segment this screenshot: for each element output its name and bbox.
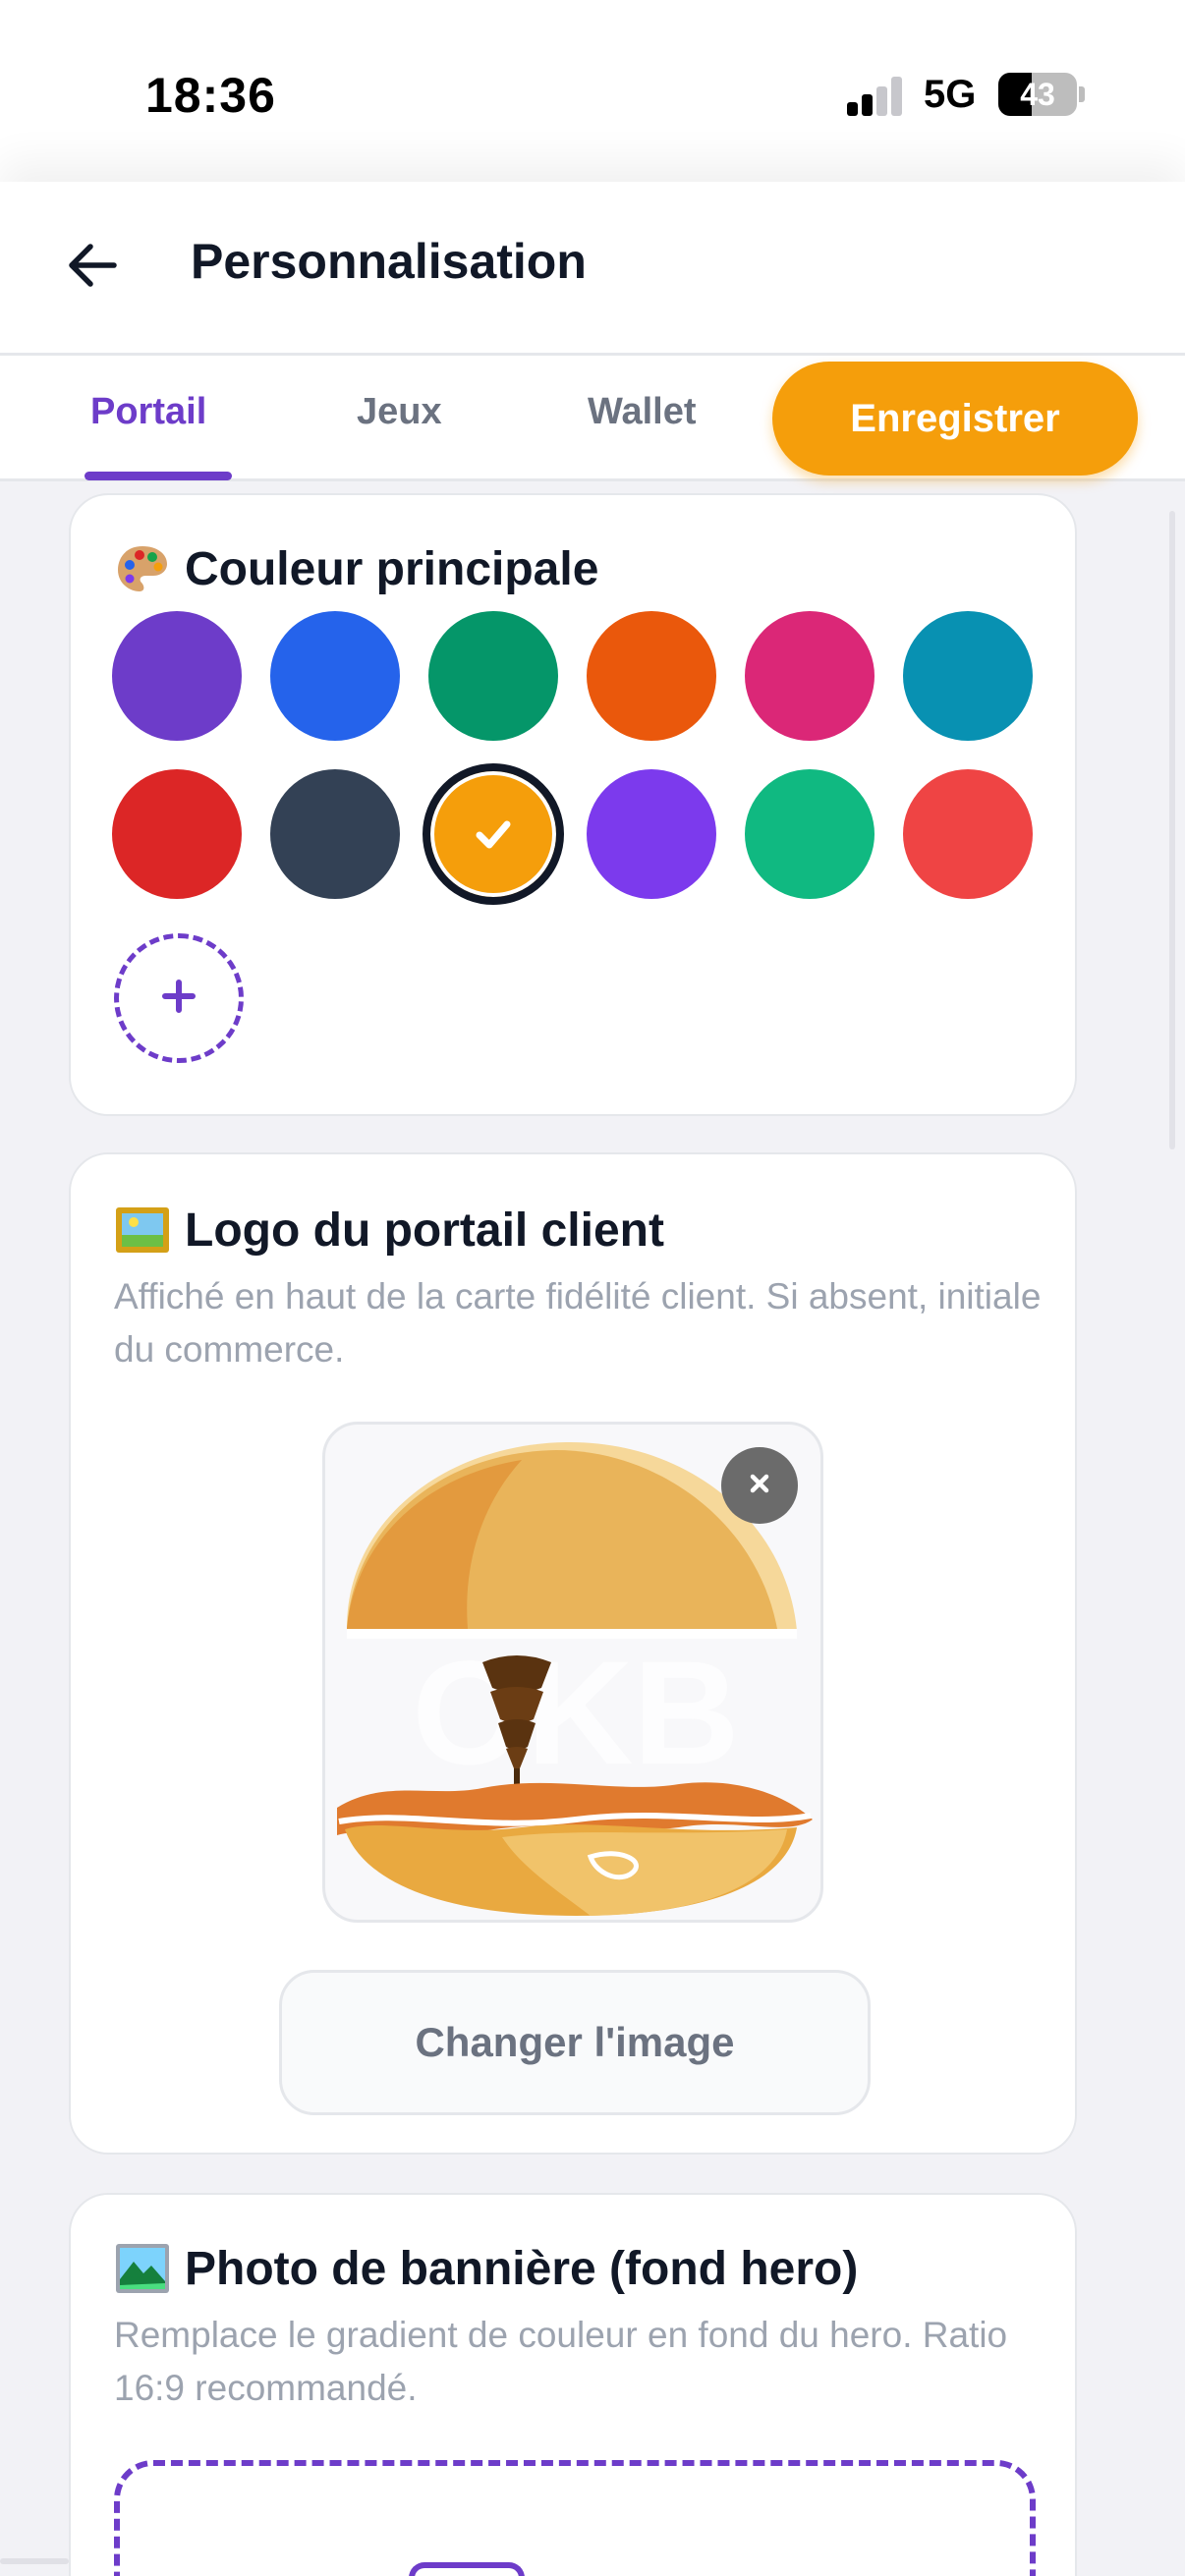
app-header: Personnalisation: [0, 182, 1185, 356]
tab-wallet[interactable]: Wallet: [588, 391, 697, 433]
color-swatch[interactable]: [903, 769, 1033, 899]
save-button[interactable]: Enregistrer: [772, 362, 1138, 476]
color-swatch[interactable]: [587, 611, 716, 741]
primary-color-heading: Couleur principale: [114, 540, 598, 597]
battery-percent: 43: [1020, 77, 1055, 112]
battery-cap: [1079, 86, 1085, 102]
color-swatch[interactable]: [745, 611, 875, 741]
battery-icon: 43: [998, 73, 1077, 116]
primary-color-card: Couleur principale: [69, 493, 1077, 1116]
status-time: 18:36: [145, 68, 276, 123]
banner-title: Photo de bannière (fond hero): [185, 2242, 859, 2295]
color-swatch[interactable]: [270, 769, 400, 899]
scrollbar[interactable]: [1169, 511, 1175, 1149]
logo-title: Logo du portail client: [185, 1204, 664, 1257]
primary-color-title: Couleur principale: [185, 542, 599, 595]
close-icon: [745, 1469, 774, 1503]
color-swatch[interactable]: [587, 769, 716, 899]
banner-description: Remplace le gradient de couleur en fond …: [114, 2315, 1008, 2408]
status-bar: 18:36 5G 43: [0, 0, 1185, 182]
image-upload-icon: [409, 2562, 525, 2576]
palette-icon: [114, 540, 171, 597]
color-swatch[interactable]: [428, 611, 558, 741]
color-swatch[interactable]: [423, 763, 564, 905]
color-swatch[interactable]: [745, 769, 875, 899]
banner-upload-dropzone[interactable]: [114, 2460, 1036, 2576]
logo-card: Logo du portail client Affiché en haut d…: [69, 1152, 1077, 2155]
add-custom-color-button[interactable]: [114, 933, 244, 1063]
remove-logo-button[interactable]: [721, 1447, 798, 1524]
logo-description: Affiché en haut de la carte fidélité cli…: [114, 1276, 1042, 1370]
network-type: 5G: [924, 73, 977, 116]
edge-indicator: [0, 2558, 69, 2564]
banner-card: Photo de bannière (fond hero) Remplace l…: [69, 2193, 1077, 2576]
logo-heading: Logo du portail client: [114, 1202, 664, 1259]
color-swatch[interactable]: [270, 611, 400, 741]
arrow-left-icon[interactable]: [63, 236, 122, 295]
tab-bar: Portail Jeux Wallet Enregistrer: [0, 356, 1185, 481]
svg-text:OKB: OKB: [412, 1630, 739, 1795]
tab-jeux[interactable]: Jeux: [357, 391, 442, 433]
active-tab-indicator: [85, 472, 232, 480]
banner-heading: Photo de bannière (fond hero): [114, 2240, 858, 2297]
change-image-button[interactable]: Changer l'image: [279, 1970, 871, 2115]
color-swatch[interactable]: [112, 769, 242, 899]
framed-picture-icon: [114, 1202, 171, 1259]
color-swatch[interactable]: [903, 611, 1033, 741]
landscape-picture-icon: [114, 2240, 171, 2297]
page-title: Personnalisation: [191, 234, 587, 289]
color-swatch[interactable]: [112, 611, 242, 741]
tab-portail[interactable]: Portail: [90, 391, 206, 433]
checkmark-icon: [430, 771, 556, 897]
cellular-signal-icon: [847, 77, 904, 116]
plus-icon: [159, 977, 198, 1021]
